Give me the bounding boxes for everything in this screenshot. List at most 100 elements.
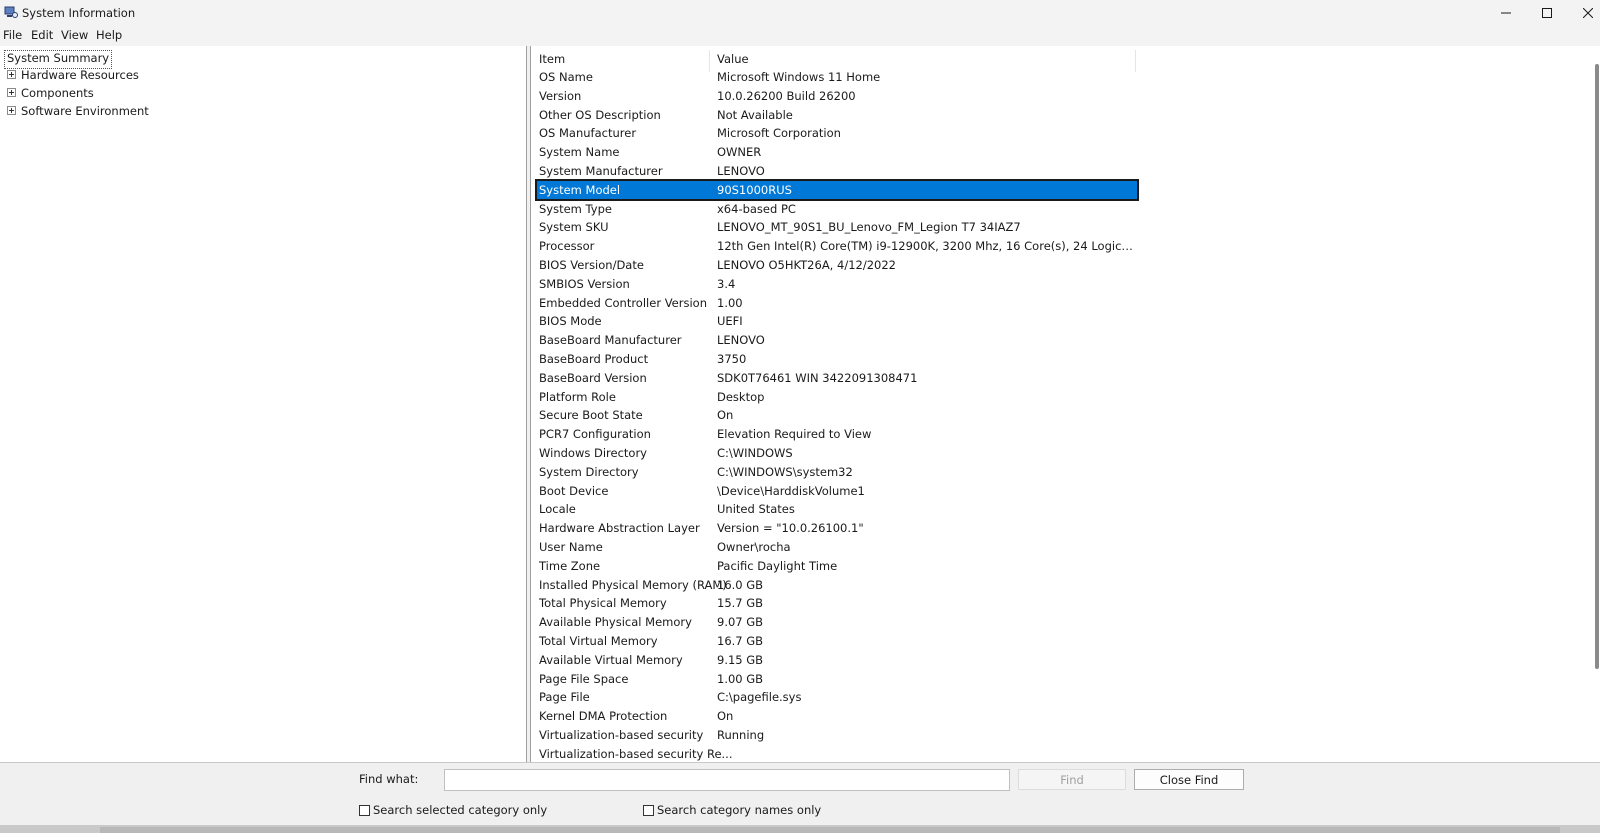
table-row[interactable]: System SKU LENOVO_MT_90S1_BU_Lenovo_FM_Le… xyxy=(537,218,1137,236)
tree-item-software-environment[interactable]: Software Environment xyxy=(0,103,200,120)
checkbox-box[interactable] xyxy=(643,804,654,816)
table-row[interactable]: Page File Space 1.00 GB xyxy=(537,670,1137,688)
cell-item: System Directory xyxy=(539,464,639,479)
table-row[interactable]: BIOS Version/Date LENOVO O5HKT26A, 4/12/2… xyxy=(537,256,1137,274)
close-button[interactable] xyxy=(1568,0,1600,26)
cell-item: Embedded Controller Version xyxy=(539,295,707,310)
taskbar-strip xyxy=(0,825,1600,833)
table-row[interactable]: Platform Role Desktop xyxy=(537,388,1137,406)
tree-item-components[interactable]: Components xyxy=(0,85,200,102)
cell-item: Virtualization-based security xyxy=(539,728,704,742)
vertical-scrollbar[interactable] xyxy=(1595,64,1599,669)
expand-plus-icon[interactable] xyxy=(7,106,16,115)
table-row[interactable]: Hardware Abstraction Layer Version = "10.… xyxy=(537,519,1137,537)
table-row[interactable]: Total Physical Memory 15.7 GB xyxy=(537,594,1137,612)
table-row[interactable]: Windows Directory C:\WINDOWS xyxy=(537,444,1137,462)
table-row[interactable]: Installed Physical Memory (RAM) 16.0 GB xyxy=(537,576,1137,594)
table-row[interactable]: Available Physical Memory 9.07 GB xyxy=(537,613,1137,631)
cell-value: 90S1000RUS xyxy=(717,182,792,197)
cell-item: PCR7 Configuration xyxy=(539,427,651,442)
window-title: System Information xyxy=(22,6,136,20)
menu-edit[interactable]: Edit xyxy=(31,28,53,42)
table-row[interactable]: Time Zone Pacific Daylight Time xyxy=(537,557,1137,575)
table-row[interactable]: User Name Owner\rocha xyxy=(537,538,1137,556)
column-header-item[interactable]: Item xyxy=(539,52,565,66)
cell-item: BaseBoard Product xyxy=(539,352,649,366)
table-row[interactable]: Secure Boot State On xyxy=(537,406,1137,424)
table-row[interactable]: BaseBoard Manufacturer LENOVO xyxy=(537,331,1137,349)
details-list[interactable]: Item Value OS Name Microsoft Windows 11 H… xyxy=(530,46,1600,762)
cell-value: Not Available xyxy=(717,107,793,122)
cell-item: Processor xyxy=(539,239,595,254)
table-row[interactable]: Boot Device \Device\HarddiskVolume1 xyxy=(537,482,1137,500)
cell-item: OS Manufacturer xyxy=(539,126,637,141)
close-find-button[interactable]: Close Find xyxy=(1134,769,1244,790)
tree-item-hardware-resources[interactable]: Hardware Resources xyxy=(0,67,200,84)
table-row[interactable]: Virtualization-based security Running xyxy=(537,726,1137,744)
table-row[interactable]: Processor 12th Gen Intel(R) Core(TM) i9-1… xyxy=(537,237,1137,255)
taskbar-segment xyxy=(100,827,1560,833)
cell-value: Pacific Daylight Time xyxy=(717,558,838,573)
cell-value: Version = "10.0.26100.1" xyxy=(717,521,864,536)
cell-value: 9.07 GB xyxy=(717,615,764,630)
cell-value: 10.0.26200 Build 26200 xyxy=(717,88,856,103)
cell-item: Available Physical Memory xyxy=(539,615,692,630)
table-row[interactable]: Page File C:\pagefile.sys xyxy=(537,688,1137,706)
table-row[interactable]: Virtualization-based security Re... xyxy=(537,745,1137,762)
table-row[interactable]: Version 10.0.26200 Build 26200 xyxy=(537,87,1137,105)
category-tree[interactable]: System Summary Hardware Resources Compon… xyxy=(0,46,527,762)
table-row[interactable]: SMBIOS Version 3.4 xyxy=(537,275,1137,293)
menu-bar: File Edit View Help xyxy=(0,26,1600,46)
cell-value: 3750 xyxy=(717,352,747,366)
cell-item: BaseBoard Manufacturer xyxy=(539,333,682,348)
expand-plus-icon[interactable] xyxy=(7,70,16,79)
table-row[interactable]: System Directory C:\WINDOWS\system32 xyxy=(537,463,1137,481)
checkbox-box[interactable] xyxy=(359,804,370,816)
find-button[interactable]: Find xyxy=(1018,769,1126,790)
find-bar: Find what: Find Close Find Search select… xyxy=(0,762,1600,826)
table-row[interactable]: BIOS Mode UEFI xyxy=(537,312,1137,330)
expand-plus-icon[interactable] xyxy=(7,88,16,97)
find-input[interactable] xyxy=(444,769,1010,791)
table-row-selected[interactable]: System Model 90S1000RUS xyxy=(535,178,1139,201)
cell-value: UEFI xyxy=(717,314,743,329)
find-what-label: Find what: xyxy=(359,772,419,786)
menu-view[interactable]: View xyxy=(61,28,88,42)
table-row[interactable]: Available Virtual Memory 9.15 GB xyxy=(537,651,1137,669)
table-row[interactable]: Total Virtual Memory 16.7 GB xyxy=(537,632,1137,650)
cell-value: Elevation Required to View xyxy=(717,427,872,442)
cell-item: Installed Physical Memory (RAM) xyxy=(539,577,727,592)
cell-value: 16.0 GB xyxy=(717,577,764,592)
table-row[interactable]: System Type x64-based PC xyxy=(537,200,1137,218)
table-row[interactable]: BaseBoard Version SDK0T76461 WIN 34220913… xyxy=(537,369,1137,387)
cell-item: Available Virtual Memory xyxy=(539,652,683,667)
tree-item-label: Software Environment xyxy=(21,104,149,118)
table-row[interactable]: System Manufacturer LENOVO xyxy=(537,162,1137,180)
cell-value: LENOVO_MT_90S1_BU_Lenovo_FM_Legion T7 34… xyxy=(717,220,1021,235)
menu-help[interactable]: Help xyxy=(96,28,122,42)
search-selected-category-checkbox[interactable]: Search selected category only xyxy=(359,803,547,817)
column-header-value[interactable]: Value xyxy=(717,52,749,66)
cell-value: x64-based PC xyxy=(717,201,796,216)
search-category-names-checkbox[interactable]: Search category names only xyxy=(643,803,821,817)
cell-value: United States xyxy=(717,502,795,517)
table-row[interactable]: PCR7 Configuration Elevation Required to … xyxy=(537,425,1137,443)
cell-value: Microsoft Windows 11 Home xyxy=(717,70,881,84)
tree-item-label: Hardware Resources xyxy=(21,68,139,82)
maximize-button[interactable] xyxy=(1527,0,1567,26)
table-row[interactable]: BaseBoard Product 3750 xyxy=(537,350,1137,368)
close-icon xyxy=(1583,8,1593,18)
cell-item: Locale xyxy=(539,502,576,517)
table-row[interactable]: Kernel DMA Protection On xyxy=(537,707,1137,725)
table-row[interactable]: Locale United States xyxy=(537,500,1137,518)
table-row[interactable]: Embedded Controller Version 1.00 xyxy=(537,294,1137,312)
cell-item: OS Name xyxy=(539,70,593,84)
table-row[interactable]: Other OS Description Not Available xyxy=(537,106,1137,124)
table-row[interactable]: OS Name Microsoft Windows 11 Home xyxy=(537,68,1137,86)
minimize-button[interactable] xyxy=(1486,0,1526,26)
menu-file[interactable]: File xyxy=(3,28,22,42)
cell-item: Other OS Description xyxy=(539,107,661,122)
table-row[interactable]: OS Manufacturer Microsoft Corporation xyxy=(537,124,1137,142)
cell-item: Windows Directory xyxy=(539,446,647,460)
table-row[interactable]: System Name OWNER xyxy=(537,143,1137,161)
